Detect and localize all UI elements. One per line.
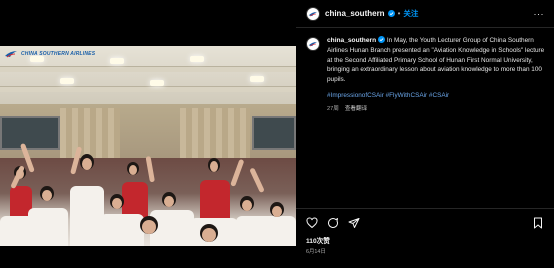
bookmark-icon[interactable] <box>532 217 544 229</box>
like-count[interactable]: 110次赞 <box>306 235 544 245</box>
post-photo[interactable]: CHINA SOUTHERN AIRLINES <box>0 0 296 267</box>
post-sidebar: china_southern • 关注 ··· china_southern I… <box>296 0 554 267</box>
airline-avatar-icon <box>308 41 318 47</box>
comment-icon[interactable] <box>327 217 339 229</box>
heart-icon[interactable] <box>306 217 318 229</box>
caption-avatar[interactable] <box>306 37 320 51</box>
airline-logo-text: CHINA SOUTHERN AIRLINES <box>21 51 96 57</box>
see-translation-link[interactable]: 查看翻译 <box>345 106 367 112</box>
post-modal: CHINA SOUTHERN AIRLINES china_southern •… <box>0 0 554 267</box>
caption-meta: 27周 查看翻译 <box>327 105 546 114</box>
caption-username[interactable]: china_southern <box>327 37 376 44</box>
caption-age: 27周 <box>327 105 339 112</box>
classroom-photo <box>0 46 296 246</box>
share-icon[interactable] <box>348 217 360 229</box>
airline-avatar-icon <box>308 11 318 16</box>
airline-logo: CHINA SOUTHERN AIRLINES <box>4 50 95 58</box>
post-date: 6月14日 <box>306 249 326 255</box>
verified-badge-icon <box>378 36 386 43</box>
post-actions: 110次赞 6月14日 <box>296 208 554 268</box>
hashtags[interactable]: #ImpressionofCSAir #FlyWithCSAir #CSAir <box>327 91 546 101</box>
follow-button[interactable]: 关注 <box>403 8 418 19</box>
username-link[interactable]: china_southern <box>325 9 385 18</box>
airline-logo-icon <box>4 50 18 58</box>
more-options-icon[interactable]: ··· <box>534 9 545 19</box>
avatar[interactable] <box>306 6 320 21</box>
post-caption: china_southern In May, the Youth Lecture… <box>306 36 546 113</box>
verified-badge-icon <box>387 10 395 17</box>
post-header: china_southern • 关注 ··· <box>296 0 554 28</box>
